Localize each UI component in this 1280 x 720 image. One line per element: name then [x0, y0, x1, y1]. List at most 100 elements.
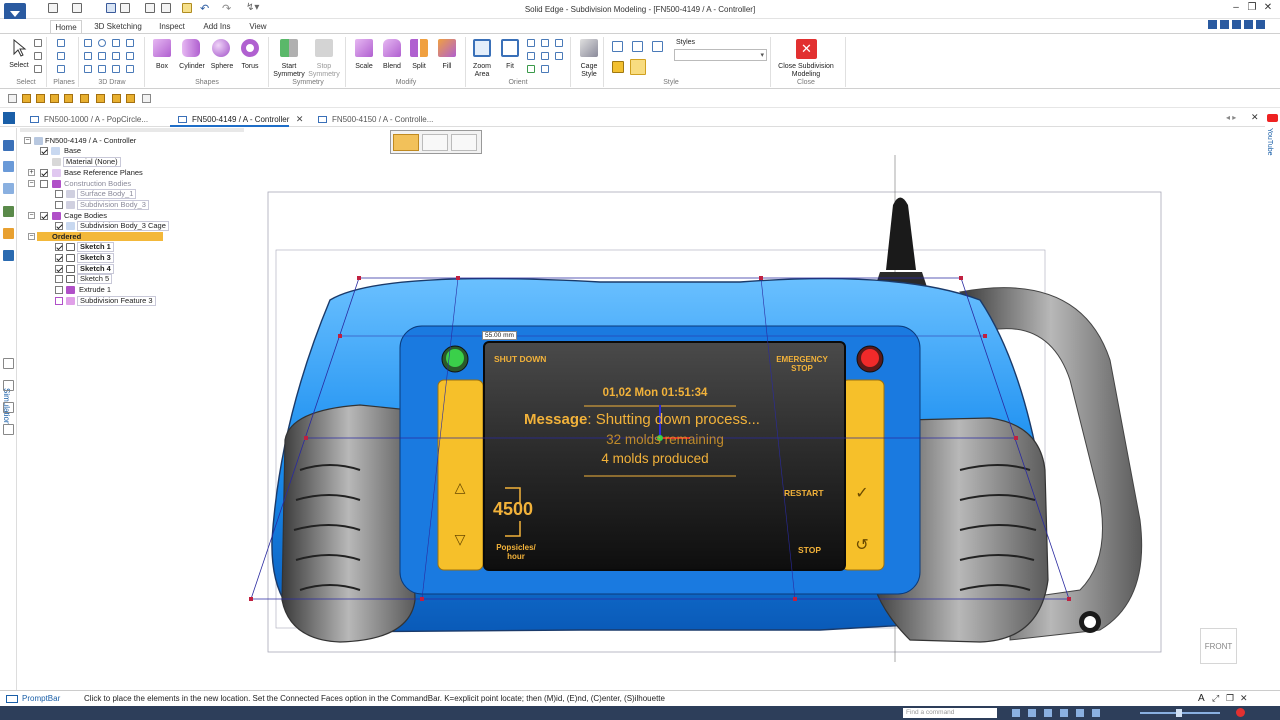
- tab-add-ins[interactable]: Add Ins: [198, 20, 236, 33]
- view-cube-front[interactable]: FRONT: [1200, 628, 1237, 664]
- select-mode-icon[interactable]: [34, 52, 42, 60]
- sphere-icon[interactable]: [212, 39, 230, 57]
- close-subdivision-label[interactable]: Close Subdivision: [770, 63, 842, 70]
- curve-icon[interactable]: [98, 52, 106, 60]
- zoom-area-icon[interactable]: [473, 39, 491, 57]
- cage-style-icon[interactable]: [580, 39, 598, 57]
- view-right-icon[interactable]: [555, 52, 563, 60]
- close-subdivision-label-2[interactable]: Modeling: [770, 71, 842, 78]
- torus-label[interactable]: Torus: [236, 63, 264, 70]
- mirror-icon[interactable]: [126, 65, 134, 73]
- point-icon[interactable]: [84, 39, 92, 47]
- record-icon[interactable]: [1236, 708, 1245, 717]
- move-option-icon[interactable]: [393, 134, 419, 151]
- find-command-input[interactable]: Find a command: [903, 708, 997, 718]
- pin-icon[interactable]: ⤢: [1212, 693, 1219, 704]
- close-tab-icon[interactable]: ✕: [296, 112, 304, 127]
- graphics-window[interactable]: △ ▽ ✓ ↺ 55.00 mm SHUT DOWN EMERGENCY STO…: [245, 128, 1265, 690]
- view-style-visible-icon[interactable]: [652, 41, 663, 52]
- tab-home[interactable]: Home: [50, 20, 82, 33]
- fill-icon[interactable]: [438, 39, 456, 57]
- properties-icon[interactable]: [3, 402, 14, 413]
- scale-label[interactable]: Scale: [350, 63, 378, 70]
- close-subdivision-icon[interactable]: ✕: [796, 39, 817, 59]
- view-tools-icons[interactable]: [1012, 709, 1102, 717]
- tab-scroll-icon[interactable]: ◂ ▸: [1226, 113, 1236, 122]
- help-icon[interactable]: [3, 358, 14, 369]
- box-icon[interactable]: [153, 39, 171, 57]
- filter-icon-2[interactable]: [36, 94, 45, 103]
- minimize-button[interactable]: –: [1230, 2, 1242, 14]
- pathfinder-icon[interactable]: [3, 140, 14, 151]
- stop-symmetry-icon[interactable]: [315, 39, 333, 57]
- rectangle-icon[interactable]: [112, 39, 120, 47]
- key-icon[interactable]: [3, 228, 14, 239]
- torus-icon[interactable]: [241, 39, 259, 57]
- close-prompt-icon[interactable]: ✕: [1240, 693, 1248, 704]
- filter-icon-7[interactable]: [112, 94, 121, 103]
- ribbon-options-icons[interactable]: [1208, 20, 1268, 32]
- plane-angle-icon[interactable]: [57, 65, 65, 73]
- zoom-area-label-2[interactable]: Area: [468, 71, 496, 78]
- restore-button[interactable]: ❐: [1246, 2, 1258, 14]
- view-style-hidden-icon[interactable]: [632, 41, 643, 52]
- stop-symmetry-label[interactable]: Stop: [304, 63, 344, 70]
- zoom-icon[interactable]: [527, 39, 535, 47]
- doc-tab-popcircle[interactable]: FN500-1000 / A - PopCircle...: [22, 112, 148, 127]
- styles-dropdown[interactable]: ▾: [674, 49, 767, 61]
- extend-icon[interactable]: [84, 65, 92, 73]
- docs-menu-icon[interactable]: [3, 112, 15, 124]
- doc-tab-controller[interactable]: FN500-4149 / A - Controller ✕: [170, 112, 303, 127]
- cage-style-label[interactable]: Cage: [575, 63, 603, 70]
- select-arrow-icon[interactable]: [10, 38, 28, 57]
- fill-label[interactable]: Fill: [433, 63, 461, 70]
- filter-icon-8[interactable]: [126, 94, 135, 103]
- blend-icon[interactable]: [383, 39, 401, 57]
- settings-icon[interactable]: [3, 424, 14, 435]
- tab-view[interactable]: View: [244, 20, 272, 33]
- line-icon[interactable]: [84, 52, 92, 60]
- filter-icon-5[interactable]: [80, 94, 89, 103]
- filter-icon-6[interactable]: [96, 94, 105, 103]
- promptbar-icon[interactable]: [6, 695, 18, 703]
- simulation-icon[interactable]: [3, 250, 14, 261]
- sphere-label[interactable]: Sphere: [206, 63, 238, 70]
- trim-icon[interactable]: [126, 52, 134, 60]
- shaded-edges-icon[interactable]: [630, 59, 646, 75]
- shaded-icon[interactable]: [612, 61, 624, 73]
- select-tools-icon[interactable]: [34, 65, 42, 73]
- split-label[interactable]: Split: [405, 63, 433, 70]
- view-top-icon[interactable]: [541, 52, 549, 60]
- view-front-icon[interactable]: [527, 52, 535, 60]
- zoom-area-label[interactable]: Zoom: [468, 63, 496, 70]
- connected-faces-icon[interactable]: [422, 134, 448, 151]
- plane-icon[interactable]: [57, 39, 65, 47]
- feature-library-icon[interactable]: [3, 206, 14, 217]
- offset-icon[interactable]: [112, 65, 120, 73]
- arc-icon[interactable]: [126, 39, 134, 47]
- rotate-icon[interactable]: [555, 39, 563, 47]
- locate-option-icon[interactable]: [451, 134, 477, 151]
- fit-icon[interactable]: [501, 39, 519, 57]
- doc-tab-controller-4150[interactable]: FN500-4150 / A - Controlle...: [310, 112, 433, 127]
- promptbar-label[interactable]: PromptBar: [22, 694, 60, 703]
- plane-offset-icon[interactable]: [57, 52, 65, 60]
- split-icon[interactable]: [410, 39, 428, 57]
- zoom-slider[interactable]: [1140, 709, 1220, 717]
- project-icon[interactable]: [98, 65, 106, 73]
- youtube-label[interactable]: YouTube: [1266, 128, 1273, 156]
- box-label[interactable]: Box: [148, 63, 176, 70]
- filter-icon-9[interactable]: [142, 94, 151, 103]
- font-size-icon[interactable]: A: [1198, 693, 1205, 704]
- circle-icon[interactable]: [98, 39, 106, 47]
- fit-label[interactable]: Fit: [496, 63, 524, 70]
- tab-inspect[interactable]: Inspect: [154, 20, 190, 33]
- layers-icon[interactable]: [3, 161, 14, 172]
- view-back-icon[interactable]: [541, 65, 549, 73]
- blend-label[interactable]: Blend: [378, 63, 406, 70]
- close-window-button[interactable]: ✕: [1262, 2, 1274, 14]
- cage-style-label-2[interactable]: Style: [575, 71, 603, 78]
- view-iso-icon[interactable]: [527, 65, 535, 73]
- tree-icon[interactable]: [3, 380, 14, 391]
- tab-3d-sketching[interactable]: 3D Sketching: [90, 20, 146, 33]
